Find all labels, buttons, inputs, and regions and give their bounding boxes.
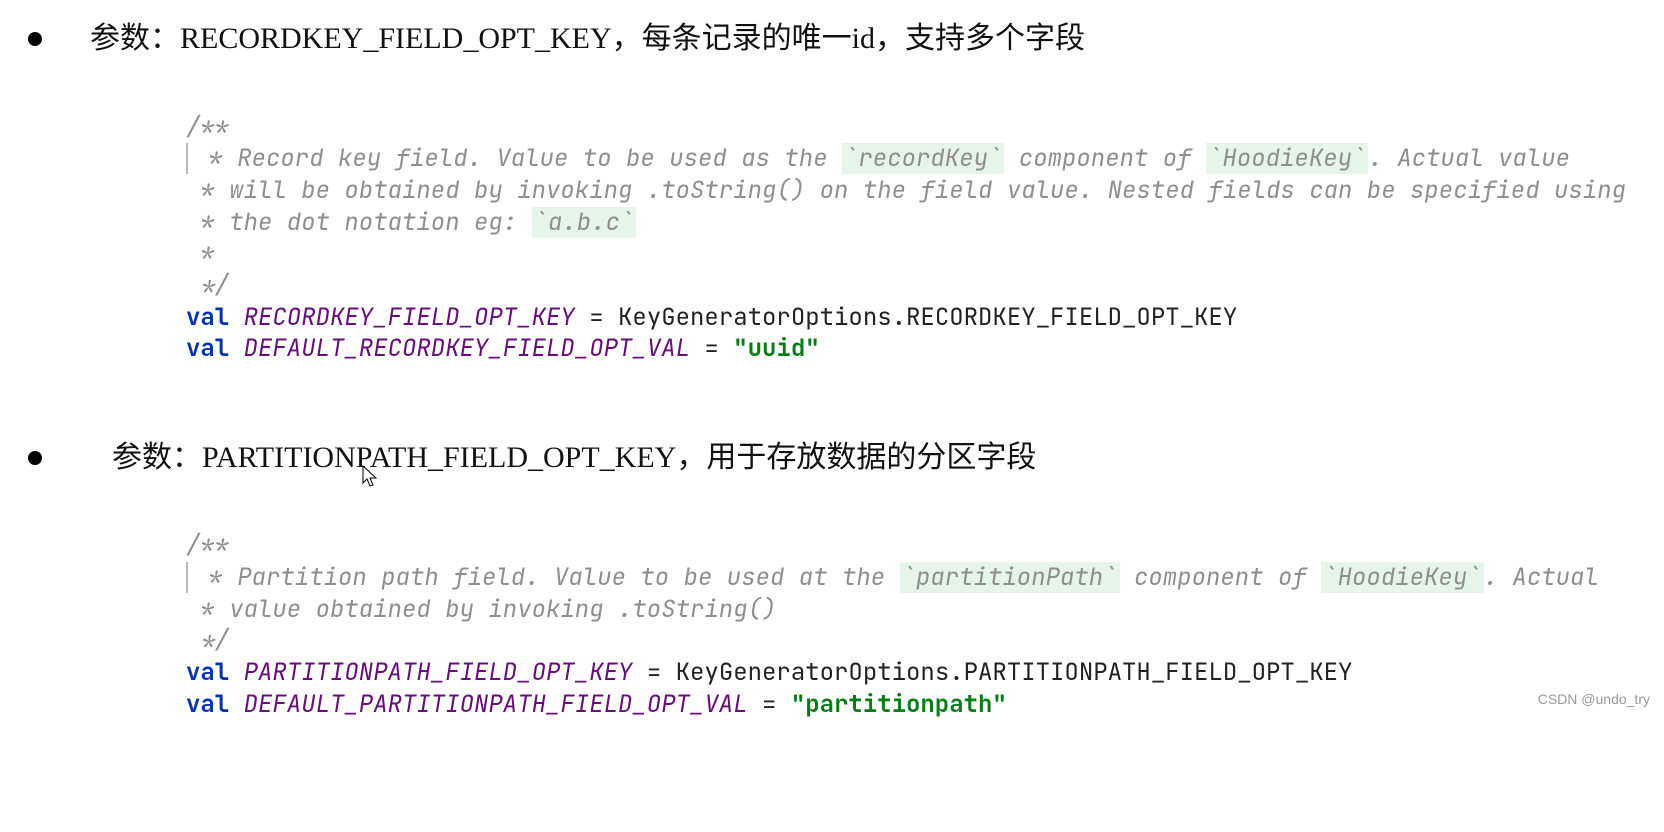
string-literal: "uuid" (733, 333, 819, 364)
bullet-item: 参数：PARTITIONPATH_FIELD_OPT_KEY，用于存放数据的分区… (28, 437, 1664, 479)
comment-line: . Actual value (1368, 143, 1570, 174)
comment-line: * will be obtained by invoking .toString… (186, 175, 1626, 206)
comment-close: */ (186, 270, 229, 301)
code-block-recordkey: /** * Record key field. Value to be used… (186, 80, 1664, 397)
inline-code: `a.b.c` (532, 207, 637, 238)
keyword-val: val (186, 657, 229, 688)
comment-line: * (186, 238, 215, 269)
bullet-description: ，每条记录的唯一id，支持多个字段 (612, 22, 1085, 55)
inline-code: `recordKey` (842, 143, 1004, 174)
code-block-partitionpath: /** * Partition path field. Value to be … (186, 499, 1664, 752)
document-page: 参数：RECORDKEY_FIELD_OPT_KEY，每条记录的唯一id，支持多… (0, 0, 1664, 832)
inline-code: `HoodieKey` (1206, 143, 1368, 174)
bullet-text: 参数：PARTITIONPATH_FIELD_OPT_KEY，用于存放数据的分区… (112, 437, 1036, 479)
keyword-val: val (186, 333, 229, 364)
comment-close: */ (186, 625, 229, 656)
equals: = (632, 657, 675, 688)
constant-name: DEFAULT_PARTITIONPATH_FIELD_OPT_VAL (244, 689, 748, 720)
bullet-icon (28, 451, 42, 465)
keyword-val: val (186, 302, 229, 333)
comment-line: component of (1004, 143, 1206, 174)
string-literal: "partitionpath" (791, 689, 1007, 720)
bullet-description: ，用于存放数据的分区字段 (676, 441, 1036, 474)
watermark: CSDN @undo_try (1538, 691, 1650, 707)
bullet-icon (28, 32, 42, 46)
rhs-expression: KeyGeneratorOptions.PARTITIONPATH_FIELD_… (676, 657, 1353, 688)
comment-open: /** (186, 530, 229, 561)
keyword-val: val (186, 689, 229, 720)
equals: = (690, 333, 733, 364)
equals: = (748, 689, 791, 720)
bullet-prefix: 参数： (90, 22, 180, 55)
constant-name: PARTITIONPATH_FIELD_OPT_KEY (244, 657, 633, 688)
rhs-expression: KeyGeneratorOptions.RECORDKEY_FIELD_OPT_… (618, 302, 1237, 333)
constant-name: RECORDKEY_FIELD_OPT_KEY (244, 302, 575, 333)
bullet-prefix: 参数： (112, 441, 202, 474)
comment-open: /** (186, 112, 229, 143)
comment-line: * Record key field. Value to be used as … (194, 143, 842, 174)
comment-line: * Partition path field. Value to be used… (194, 562, 900, 593)
bullet-item: 参数：RECORDKEY_FIELD_OPT_KEY，每条记录的唯一id，支持多… (28, 18, 1664, 60)
inline-code: `HoodieKey` (1321, 562, 1483, 593)
comment-line: * the dot notation eg: (186, 207, 532, 238)
comment-line: * value obtained by invoking .toString() (186, 594, 776, 625)
bullet-param: PARTITIONPATH_FIELD_OPT_KEY (202, 441, 676, 474)
comment-line: component of (1120, 562, 1322, 593)
bullet-param: RECORDKEY_FIELD_OPT_KEY (180, 22, 612, 55)
bullet-text: 参数：RECORDKEY_FIELD_OPT_KEY，每条记录的唯一id，支持多… (90, 18, 1085, 60)
constant-name: DEFAULT_RECORDKEY_FIELD_OPT_VAL (244, 333, 690, 364)
equals: = (575, 302, 618, 333)
comment-line: . Actual (1484, 562, 1599, 593)
inline-code: `partitionPath` (900, 562, 1120, 593)
